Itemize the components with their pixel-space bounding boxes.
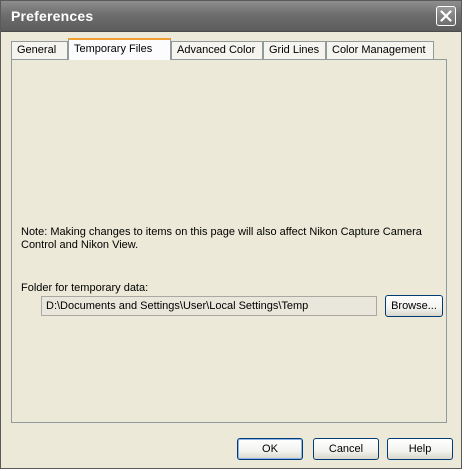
tab-color-management[interactable]: Color Management xyxy=(326,41,434,59)
cancel-button[interactable]: Cancel xyxy=(313,438,379,460)
dialog-client-area: General Temporary Files Advanced Color G… xyxy=(5,32,457,464)
window-title: Preferences xyxy=(11,8,94,24)
tab-general[interactable]: General xyxy=(11,41,68,59)
preferences-dialog: Preferences General Temporary Files Adva… xyxy=(0,0,462,469)
close-button[interactable] xyxy=(436,6,456,26)
browse-button[interactable]: Browse... xyxy=(385,295,443,317)
folder-path-field[interactable]: D:\Documents and Settings\User\Local Set… xyxy=(41,296,377,316)
ok-button[interactable]: OK xyxy=(237,438,303,460)
tab-temporary-files[interactable]: Temporary Files xyxy=(68,38,171,60)
title-bar[interactable]: Preferences xyxy=(1,1,461,32)
note-text: Note: Making changes to items on this pa… xyxy=(21,226,422,251)
tab-advanced-color[interactable]: Advanced Color xyxy=(171,41,263,59)
close-icon xyxy=(440,10,452,22)
tab-grid-lines[interactable]: Grid Lines xyxy=(263,41,326,59)
help-button[interactable]: Help xyxy=(387,438,453,460)
temporary-files-panel: Note: Making changes to items on this pa… xyxy=(11,59,447,423)
folder-label: Folder for temporary data: xyxy=(21,282,149,294)
